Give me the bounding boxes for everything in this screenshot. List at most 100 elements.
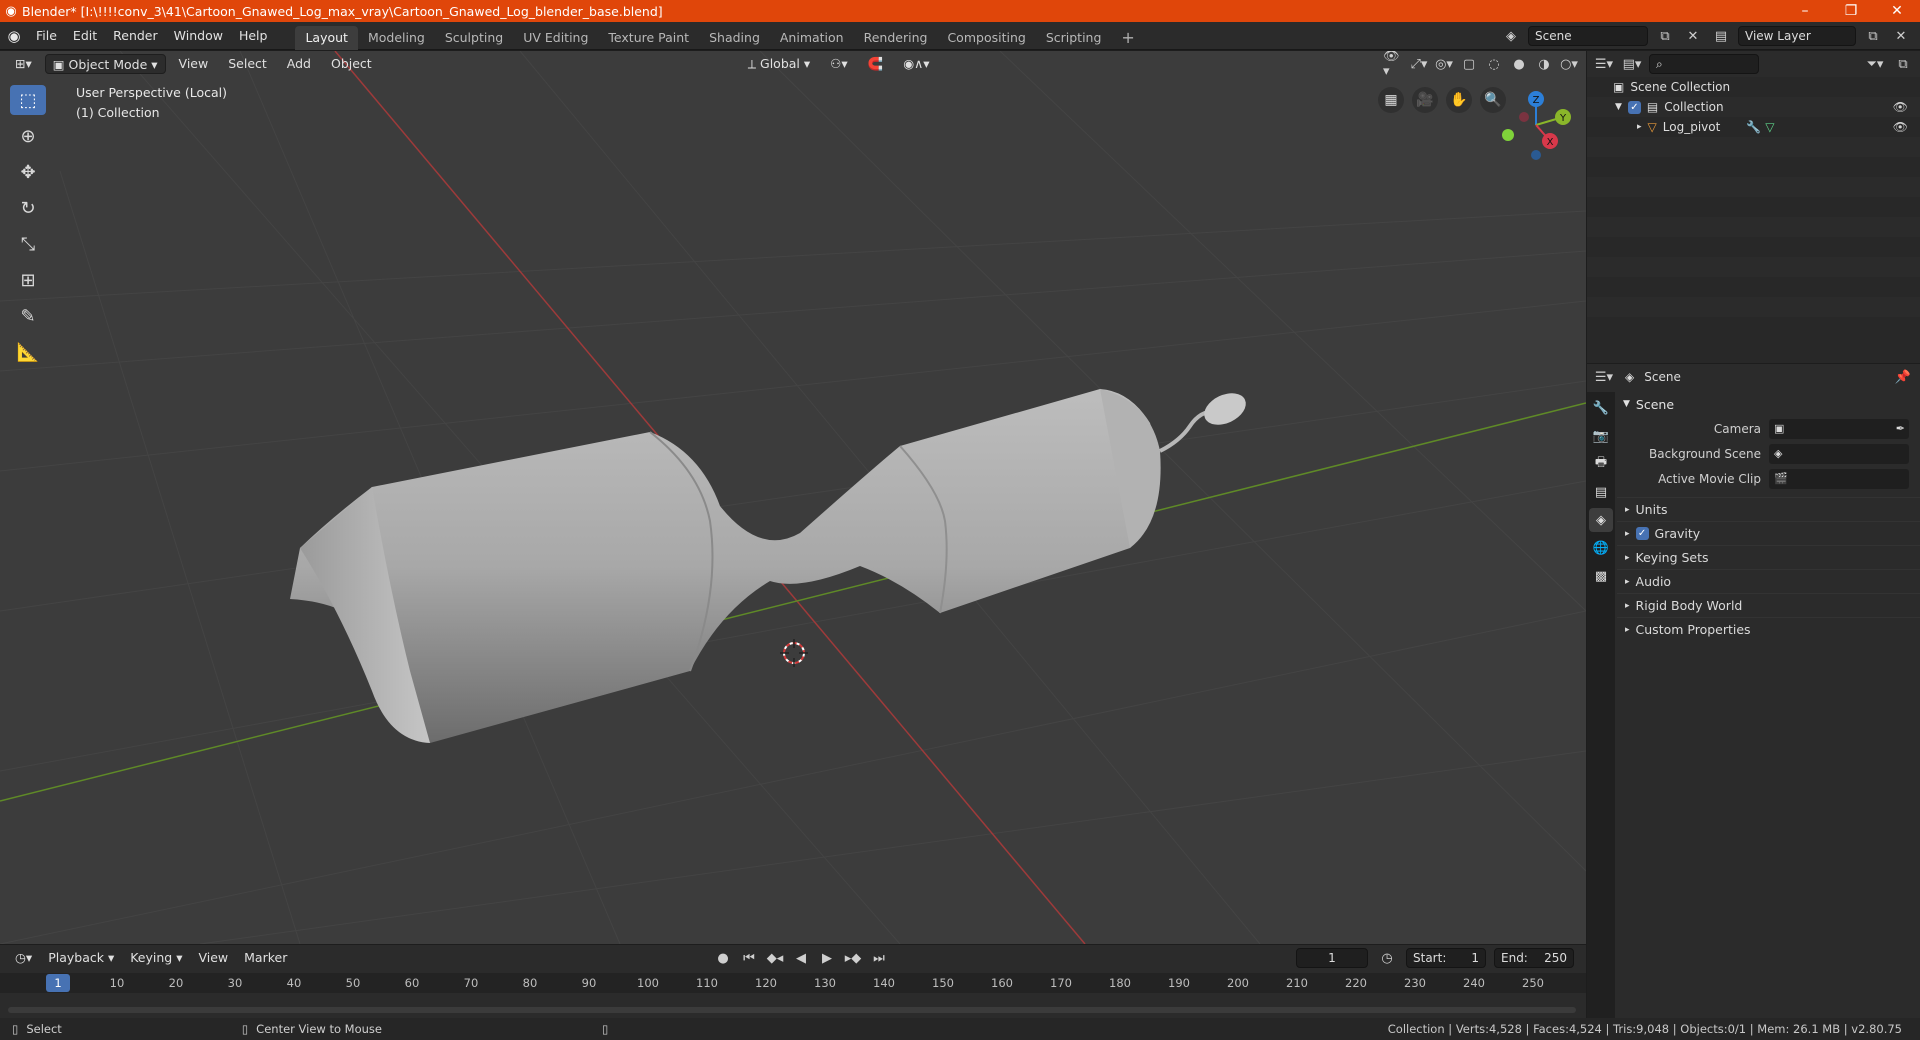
scene-panel-header[interactable]: ▼ Scene [1617,392,1920,416]
scene-field[interactable]: Scene [1528,26,1648,46]
gravity-checkbox[interactable]: ✓ [1635,527,1649,540]
move-tool-icon[interactable]: ✥ [10,157,46,187]
active-movie-clip-field[interactable]: 🎬 [1769,468,1909,489]
modifier-wrench-icon[interactable]: 🔧 [1746,120,1761,134]
pivot-point-icon[interactable]: ⚇▾ [823,54,854,74]
delete-scene-icon[interactable]: ✕ [1682,26,1704,46]
select-box-tool-icon[interactable]: ⬚ [10,85,46,115]
shading-material-icon[interactable]: ◑ [1533,54,1555,74]
tab-layout[interactable]: Layout [295,25,358,50]
timeline-editor-type-icon[interactable]: ◷▾ [8,948,39,968]
transform-orientation-selector[interactable]: ⟂ Global ▾ [741,54,817,74]
minimize-icon[interactable]: – [1782,0,1828,22]
editor-type-icon[interactable]: ⊞▾ [8,54,39,74]
menu-view[interactable]: View [172,54,216,74]
mesh-data-icon[interactable]: ▽ [1765,120,1774,134]
outliner-search-input[interactable]: ⌕ [1649,54,1759,74]
audio-panel-header[interactable]: ▸ Audio [1617,569,1920,593]
play-reverse-icon[interactable]: ◀ [790,948,812,968]
preview-range-clock-icon[interactable]: ◷ [1376,948,1398,968]
snap-icon[interactable]: 🧲 [861,54,891,74]
menu-marker[interactable]: Marker [237,948,294,968]
outliner-item-log-pivot[interactable]: ▸ ▽ Log_pivot 🔧 ▽ 👁 [1587,117,1920,137]
menu-render[interactable]: Render [105,25,166,47]
overlays-icon[interactable]: ◎▾ [1433,54,1455,74]
delete-view-layer-icon[interactable]: ✕ [1890,26,1912,46]
collapse-arrow-icon[interactable]: ▸ [1637,122,1642,132]
filter-icon[interactable]: ⏷▾ [1864,54,1886,74]
menu-file[interactable]: File [28,25,65,47]
play-icon[interactable]: ▶ [816,948,838,968]
collection-visibility-eye-icon[interactable]: 👁 [1893,100,1908,114]
tab-shading[interactable]: Shading [699,26,770,50]
tab-compositing[interactable]: Compositing [937,26,1035,50]
background-scene-field[interactable]: ◈ [1769,443,1909,464]
menu-playback[interactable]: Playback ▾ [41,948,121,968]
camera-field[interactable]: ▣ ✒ [1769,418,1909,439]
eyedropper-icon[interactable]: ✒ [1896,422,1909,435]
units-panel-header[interactable]: ▸ Units [1617,497,1920,521]
object-visibility-eye-icon[interactable]: 👁 [1893,120,1908,134]
shading-rendered-icon[interactable]: ○▾ [1558,54,1580,74]
jump-start-icon[interactable]: ⏮ [738,948,760,968]
collection-checkbox[interactable]: ✓ [1627,100,1641,114]
tab-uv-editing[interactable]: UV Editing [513,26,598,50]
log-mesh[interactable] [290,387,1251,743]
view-layer-icon[interactable]: ▤ [1710,26,1732,46]
render-tab-icon[interactable]: 📷 [1589,424,1613,448]
menu-timeline-view[interactable]: View [191,948,235,968]
world-tab-icon[interactable]: 🌐 [1589,536,1613,560]
rotate-tool-icon[interactable]: ↻ [10,193,46,223]
jump-keyframe-back-icon[interactable]: ◆◂ [764,948,786,968]
restore-icon[interactable]: ❐ [1828,0,1874,22]
scene-tab-icon[interactable]: ◈ [1589,508,1613,532]
menu-add[interactable]: Add [280,54,318,74]
new-view-layer-icon[interactable]: ⧉ [1862,26,1884,46]
scene-icon[interactable]: ◈ [1500,26,1522,46]
end-frame-field[interactable]: End: 250 [1494,948,1574,968]
shading-solid-icon[interactable]: ● [1508,54,1530,74]
current-frame-marker[interactable]: 1 [46,974,70,992]
gravity-panel-header[interactable]: ▸ ✓ Gravity [1617,521,1920,545]
outliner-item-collection[interactable]: ▼ ✓ ▤ Collection 👁 [1587,97,1920,117]
scale-tool-icon[interactable]: ⤡ [10,229,46,259]
menu-select[interactable]: Select [221,54,274,74]
tab-animation[interactable]: Animation [770,26,854,50]
start-frame-field[interactable]: Start: 1 [1406,948,1486,968]
current-frame-field[interactable]: 1 [1296,948,1368,968]
annotate-tool-icon[interactable]: ✎ [10,301,46,331]
jump-keyframe-forward-icon[interactable]: ▸◆ [842,948,864,968]
3d-viewport[interactable]: Z Y X ⊞▾ ▣ Object Mode ▾ View Select Add… [0,51,1586,944]
transform-tool-icon[interactable]: ⊞ [10,265,46,295]
xray-icon[interactable]: ▢ [1458,54,1480,74]
custom-properties-panel-header[interactable]: ▸ Custom Properties [1617,617,1920,641]
texture-tab-icon[interactable]: ▩ [1589,564,1613,588]
cursor-tool-icon[interactable]: ⊕ [10,121,46,151]
measure-tool-icon[interactable]: 📐 [10,337,46,367]
close-icon[interactable]: ✕ [1874,0,1920,22]
blender-menu-icon[interactable]: ◉ [0,27,28,45]
new-scene-icon[interactable]: ⧉ [1654,26,1676,46]
menu-object[interactable]: Object [324,54,379,74]
gizmo-toggle-icon[interactable]: ⤢▾ [1408,54,1430,74]
expand-arrow-icon[interactable]: ▼ [1615,102,1622,112]
mode-selector[interactable]: ▣ Object Mode ▾ [44,54,166,74]
pan-hand-icon[interactable]: ✋ [1446,87,1472,113]
output-tab-icon[interactable]: 🖶 [1589,452,1613,476]
ortho-toggle-icon[interactable]: ▦ [1378,87,1404,113]
view-layer-field[interactable]: View Layer [1738,26,1856,46]
outliner-editor-type-icon[interactable]: ☰▾ [1593,54,1615,74]
record-icon[interactable]: ● [712,948,734,968]
tab-modeling[interactable]: Modeling [358,26,435,50]
new-collection-icon[interactable]: ⧉ [1892,54,1914,74]
tab-scripting[interactable]: Scripting [1036,26,1112,50]
view-layer-tab-icon[interactable]: ▤ [1589,480,1613,504]
visibility-icon[interactable]: 👁▾ [1383,51,1405,79]
rigid-body-world-panel-header[interactable]: ▸ Rigid Body World [1617,593,1920,617]
keying-sets-panel-header[interactable]: ▸ Keying Sets [1617,545,1920,569]
viewport-canvas[interactable]: Z Y X [0,51,1586,944]
tab-rendering[interactable]: Rendering [854,26,938,50]
outliner-item-scene-collection[interactable]: ▣ Scene Collection [1587,77,1920,97]
zoom-icon[interactable]: 🔍 [1480,87,1506,113]
timeline-scrollbar[interactable] [8,1007,1576,1013]
